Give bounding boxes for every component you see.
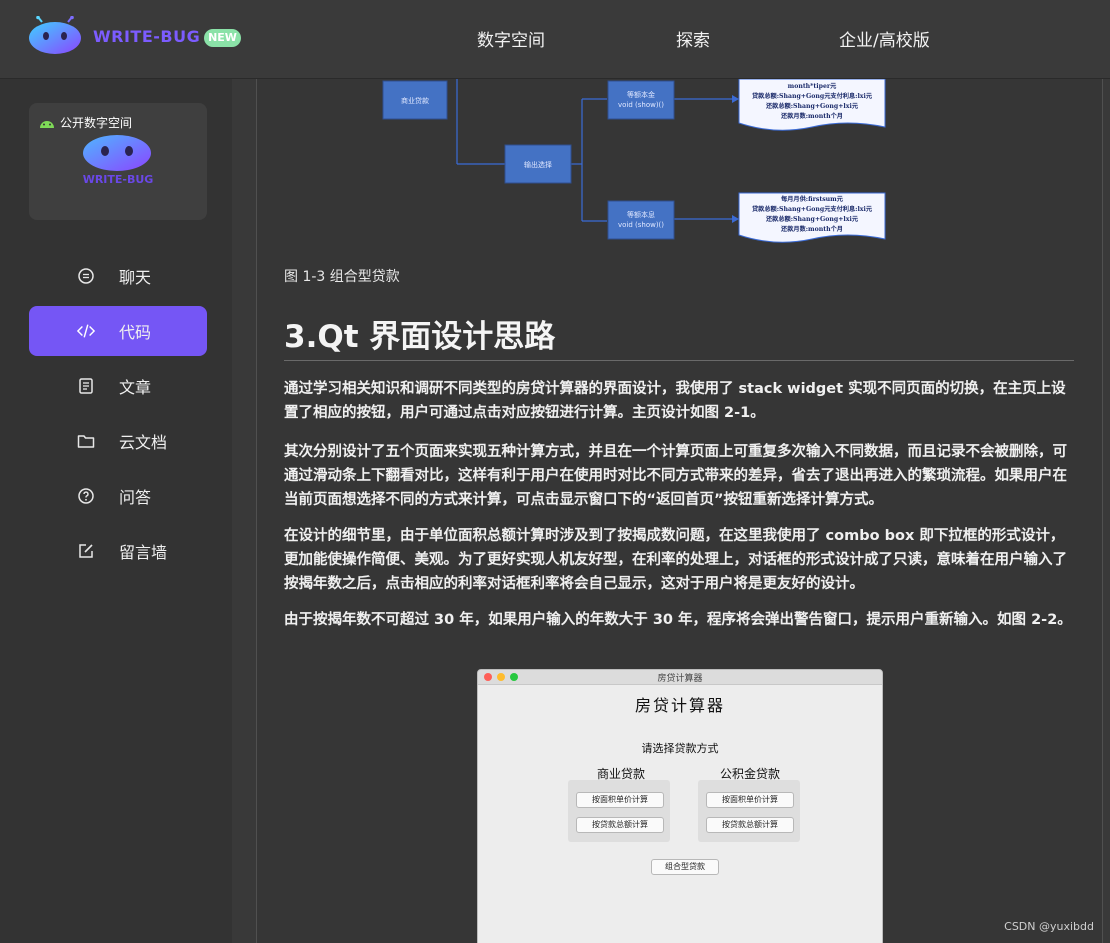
question-icon	[77, 487, 95, 505]
app-titlebar: 房贷计算器	[478, 670, 882, 685]
sidebar-item-message-wall[interactable]: 留言墙	[29, 526, 207, 576]
sidebar-item-label: 问答	[119, 488, 152, 507]
paragraph: 其次分别设计了五个页面来实现五种计算方式，并且在一个计算页面上可重复多次输入不同…	[284, 444, 1067, 508]
public-space-tag: 公开数字空间	[39, 114, 132, 131]
top-navbar: WRITE-BUG NEW 数字空间 探索 企业/高校版	[0, 0, 1110, 79]
title-divider	[284, 360, 1074, 361]
diagram-box-top-sub: void (show)()	[618, 101, 664, 109]
app-window-screenshot: 房贷计算器 房贷计算器 请选择贷款方式 商业贷款 公积金贷款 按面积单价计算 按…	[477, 669, 883, 943]
app-title: 房贷计算器	[634, 696, 725, 715]
diagram-doc-top-line: 还款月数:month个月	[780, 112, 843, 120]
sidebar-item-label: 留言墙	[119, 543, 168, 562]
sidebar: 公开数字空间 WRITE-BUG 聊天 代码 文章 云文档 问答 留言墙	[0, 79, 232, 943]
commercial-total-button: 按贷款总额计算	[576, 817, 664, 833]
nav-explore[interactable]: 探索	[676, 26, 710, 51]
article-icon	[77, 377, 95, 395]
nav-enterprise[interactable]: 企业/高校版	[839, 26, 930, 51]
paragraph: 由于按揭年数不可超过 30 年，如果用户输入的年数大于 30 年，程序将会弹出警…	[284, 612, 1072, 628]
group-box-provident: 按面积单价计算 按贷款总额计算	[698, 780, 800, 842]
diagram-doc-top-line: month*tiper元	[788, 83, 837, 90]
folder-icon	[77, 432, 95, 450]
brand-name[interactable]: WRITE-BUG	[93, 27, 200, 46]
figure-caption: 图 1-3 组合型贷款	[284, 269, 400, 285]
nav-digital-space[interactable]: 数字空间	[477, 26, 545, 51]
app-titlebar-text: 房贷计算器	[657, 674, 703, 684]
public-space-card[interactable]: 公开数字空间 WRITE-BUG	[29, 103, 207, 220]
article-content: 商业贷款 输出选择 等额本金 void (show)() 等额本息 void (…	[256, 79, 1103, 943]
new-badge: NEW	[204, 29, 241, 47]
sidebar-item-chat[interactable]: 聊天	[29, 251, 207, 301]
diagram-box-top: 等额本金	[627, 90, 655, 99]
diagram-box-bottom: 等额本息	[627, 210, 655, 219]
sidebar-item-code[interactable]: 代码	[29, 306, 207, 356]
card-brand-name: WRITE-BUG	[82, 173, 154, 186]
code-icon	[77, 322, 95, 340]
diagram-box-mid: 输出选择	[524, 160, 552, 169]
flowchart-figure: 商业贷款 输出选择 等额本金 void (show)() 等额本息 void (…	[382, 79, 886, 243]
section-title: 3.Qt 界面设计思路	[284, 319, 556, 355]
paragraph: 通过学习相关知识和调研不同类型的房贷计算器的界面设计，我使用了 stack wi…	[284, 381, 1066, 421]
android-icon	[40, 120, 54, 128]
provident-area-button: 按面积单价计算	[706, 792, 794, 808]
sidebar-item-label: 文章	[119, 378, 152, 397]
provident-total-button: 按贷款总额计算	[706, 817, 794, 833]
app-subtitle: 请选择贷款方式	[641, 742, 719, 755]
sidebar-item-label: 代码	[119, 323, 152, 342]
diagram-doc-bottom-line: 贷款总额:Shang+Gong元支付利息:lxi元	[752, 205, 873, 213]
sidebar-item-article[interactable]: 文章	[29, 361, 207, 411]
commercial-area-button: 按面积单价计算	[576, 792, 664, 808]
combo-loan-button: 组合型贷款	[651, 859, 719, 875]
diagram-doc-bottom-line: 还款总额:Shang+Gong+lxi元	[765, 215, 859, 223]
paragraph: 在设计的细节里，由于单位面积总额计算时涉及到了按揭成数问题，在这里我使用了 co…	[284, 528, 1067, 592]
sidebar-item-qa[interactable]: 问答	[29, 471, 207, 521]
diagram-doc-top-line: 还款总额:Shang+Gong+lxi元	[765, 102, 859, 110]
chat-icon	[77, 267, 95, 285]
public-space-label: 公开数字空间	[60, 116, 133, 130]
csdn-watermark: CSDN @yuxibdd	[1004, 920, 1094, 933]
diagram-doc-top-line: 贷款总额:Shang+Gong元支付利息:lxi元	[752, 92, 873, 100]
diagram-doc-bottom-line: 每月月供:firstsum元	[781, 195, 844, 203]
group-box-commercial: 按面积单价计算 按贷款总额计算	[568, 780, 670, 842]
diagram-box-left: 商业贷款	[401, 96, 429, 105]
sidebar-item-label: 聊天	[119, 268, 152, 287]
sidebar-item-label: 云文档	[119, 433, 168, 452]
write-bug-logo-icon[interactable]	[28, 16, 82, 56]
diagram-doc-bottom-line: 还款月数:month个月	[780, 225, 843, 233]
edit-icon	[77, 542, 95, 560]
diagram-box-bottom-sub: void (show)()	[618, 221, 664, 229]
sidebar-item-cloud-docs[interactable]: 云文档	[29, 416, 207, 466]
